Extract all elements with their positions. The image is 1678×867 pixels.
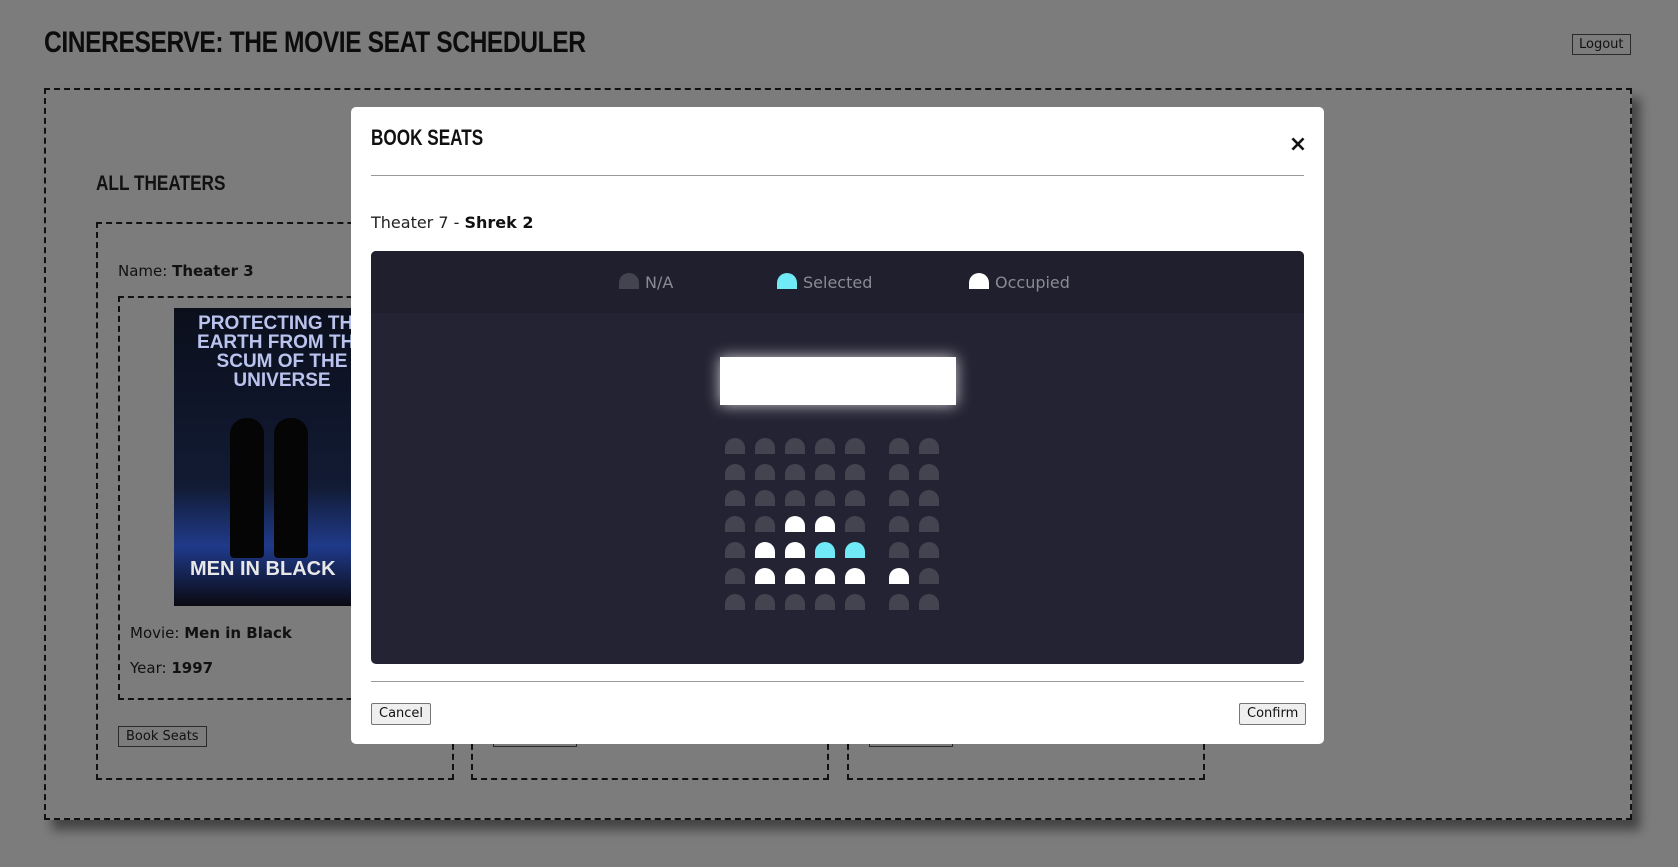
seat-occupied bbox=[845, 568, 865, 584]
seat-na[interactable] bbox=[785, 594, 805, 610]
seat-na[interactable] bbox=[919, 542, 939, 558]
seat-occupied bbox=[755, 542, 775, 558]
separator: - bbox=[448, 213, 465, 232]
seat-na[interactable] bbox=[919, 464, 939, 480]
seat-na[interactable] bbox=[755, 594, 775, 610]
seat-occupied-icon bbox=[969, 273, 989, 289]
seat-na[interactable] bbox=[725, 438, 745, 454]
seat-na[interactable] bbox=[725, 568, 745, 584]
seat-na[interactable] bbox=[919, 594, 939, 610]
legend-label: Occupied bbox=[995, 273, 1070, 292]
showing-info: Theater 7 - Shrek 2 bbox=[371, 213, 533, 232]
seat-na[interactable] bbox=[889, 542, 909, 558]
seat-occupied bbox=[785, 542, 805, 558]
seat-na[interactable] bbox=[785, 490, 805, 506]
seat-na[interactable] bbox=[725, 542, 745, 558]
divider bbox=[371, 175, 1304, 176]
seat-occupied bbox=[785, 568, 805, 584]
seat-na[interactable] bbox=[919, 568, 939, 584]
seat-occupied bbox=[785, 516, 805, 532]
cancel-button[interactable]: Cancel bbox=[371, 703, 432, 725]
seat-occupied bbox=[815, 568, 835, 584]
seat-legend: N/A Selected Occupied bbox=[371, 251, 1304, 313]
seat-na[interactable] bbox=[845, 594, 865, 610]
seat-selected[interactable] bbox=[815, 542, 835, 558]
seat-na[interactable] bbox=[785, 438, 805, 454]
seat-na[interactable] bbox=[845, 464, 865, 480]
seat-na[interactable] bbox=[889, 464, 909, 480]
cinema-screen bbox=[720, 357, 956, 405]
close-icon[interactable]: × bbox=[1287, 134, 1309, 157]
theater-name: Theater 7 bbox=[371, 213, 449, 232]
seat-occupied bbox=[815, 516, 835, 532]
seat-na[interactable] bbox=[889, 490, 909, 506]
seat-na[interactable] bbox=[889, 594, 909, 610]
seat-na[interactable] bbox=[815, 594, 835, 610]
seat-na[interactable] bbox=[755, 438, 775, 454]
confirm-button[interactable]: Confirm bbox=[1239, 703, 1307, 725]
seat-na[interactable] bbox=[725, 490, 745, 506]
seat-na[interactable] bbox=[755, 516, 775, 532]
seat-na[interactable] bbox=[725, 516, 745, 532]
divider bbox=[371, 681, 1304, 682]
seat-na[interactable] bbox=[725, 464, 745, 480]
book-seats-modal: Book Seats × Theater 7 - Shrek 2 N/A Sel… bbox=[351, 107, 1324, 744]
legend-label: N/A bbox=[645, 273, 674, 292]
seat-na-icon bbox=[619, 273, 639, 289]
seat-na[interactable] bbox=[845, 516, 865, 532]
modal-title: Book Seats bbox=[371, 125, 484, 150]
seat-map: N/A Selected Occupied bbox=[371, 251, 1304, 664]
seat-na[interactable] bbox=[889, 516, 909, 532]
seat-selected-icon bbox=[777, 273, 797, 289]
seat-na[interactable] bbox=[785, 464, 805, 480]
seat-na[interactable] bbox=[845, 438, 865, 454]
seat-na[interactable] bbox=[919, 516, 939, 532]
seat-selected[interactable] bbox=[845, 542, 865, 558]
seat-na[interactable] bbox=[919, 490, 939, 506]
seat-na[interactable] bbox=[889, 438, 909, 454]
seat-occupied bbox=[889, 568, 909, 584]
seat-na[interactable] bbox=[755, 490, 775, 506]
seat-na[interactable] bbox=[845, 490, 865, 506]
seat-na[interactable] bbox=[815, 490, 835, 506]
seat-na[interactable] bbox=[815, 438, 835, 454]
legend-label: Selected bbox=[803, 273, 873, 292]
seat-na[interactable] bbox=[919, 438, 939, 454]
seat-na[interactable] bbox=[725, 594, 745, 610]
seat-occupied bbox=[755, 568, 775, 584]
seat-na[interactable] bbox=[755, 464, 775, 480]
seat-na[interactable] bbox=[815, 464, 835, 480]
movie-name: Shrek 2 bbox=[464, 213, 534, 232]
